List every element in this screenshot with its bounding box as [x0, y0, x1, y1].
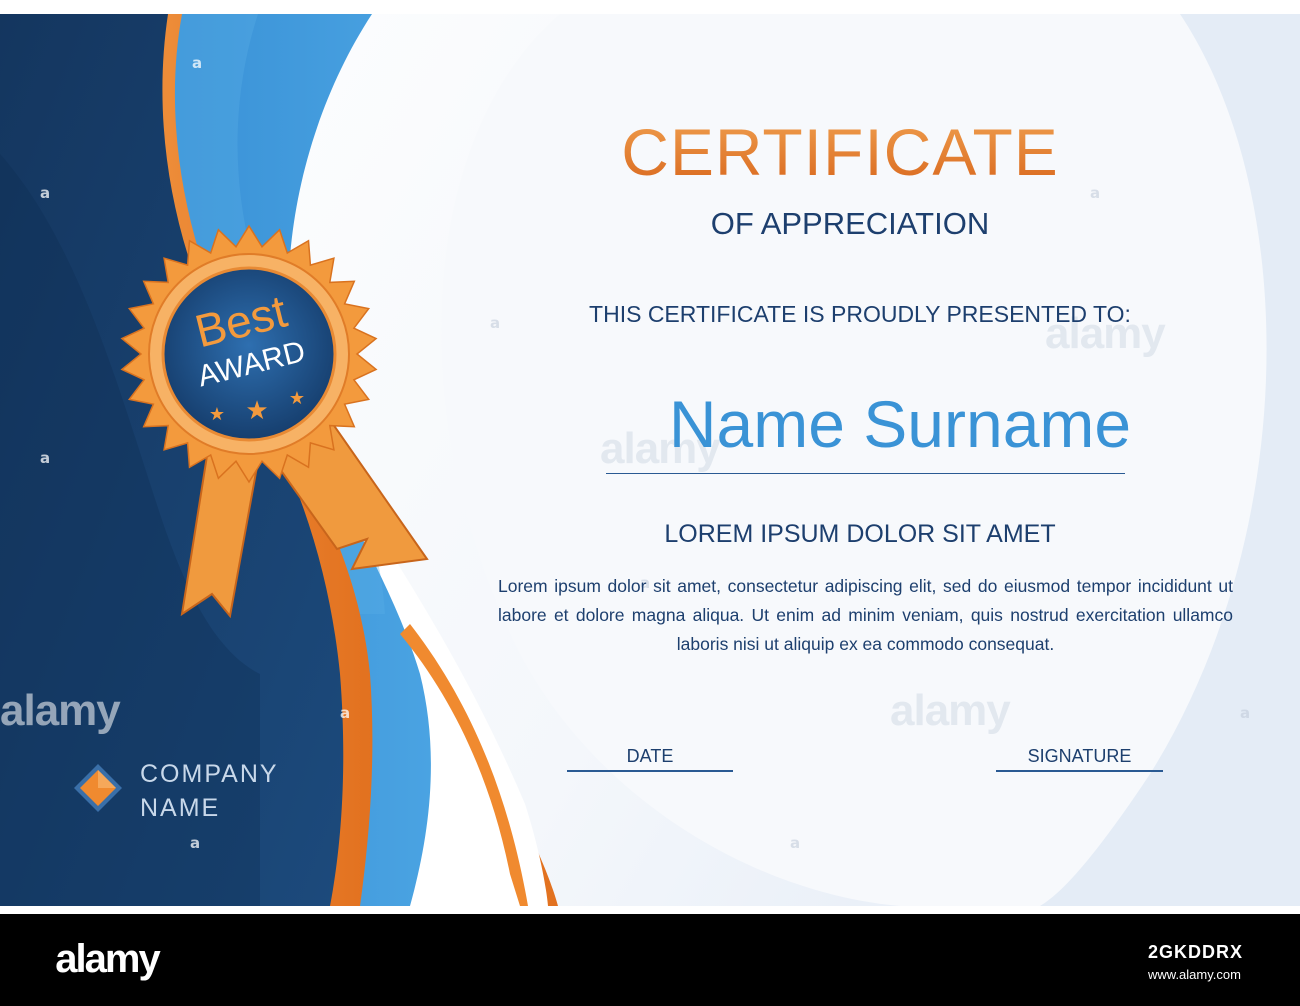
- certificate-title: CERTIFICATE: [600, 114, 1080, 190]
- footer-logo: alamy: [55, 937, 162, 981]
- body-text: Lorem ipsum dolor sit amet, consectetur …: [498, 576, 1233, 654]
- star-icon: ★: [245, 395, 268, 425]
- recipient-name: Name Surname: [668, 387, 1132, 461]
- date-line: [567, 770, 733, 772]
- watermark-glyph: a: [190, 834, 201, 852]
- certificate-subtitle: OF APPRECIATION: [710, 206, 990, 241]
- watermark-glyph: a: [40, 449, 51, 467]
- watermark-glyph: a: [490, 314, 501, 332]
- star-icon: ★: [289, 388, 305, 408]
- certificate: a a a a a a a a a a alamy alamy alamy al…: [0, 14, 1300, 906]
- watermark-glyph: a: [790, 834, 801, 852]
- watermark-glyph: a: [1240, 704, 1251, 722]
- watermark-text: alamy: [890, 686, 1011, 735]
- footer-site: www.alamy.com: [1148, 967, 1241, 982]
- footer-image-info: 2GKDDRX www.alamy.com: [1148, 942, 1258, 982]
- watermark-glyph: a: [192, 54, 203, 72]
- signature-line: [996, 770, 1163, 772]
- presented-to-text: THIS CERTIFICATE IS PROUDLY PRESENTED TO…: [589, 301, 1131, 327]
- watermark-glyph: a: [340, 704, 351, 722]
- company-logo-icon: [74, 764, 122, 812]
- footer-logo-text: alamy: [55, 937, 161, 981]
- section-heading: LOREM IPSUM DOLOR SIT AMET: [664, 520, 1056, 548]
- footer-image-id: 2GKDDRX: [1148, 942, 1244, 962]
- watermark-text: alamy: [0, 686, 121, 735]
- award-badge: Best AWARD ★ ★ ★: [120, 224, 429, 619]
- watermark-glyph: a: [40, 184, 51, 202]
- footer-bar: alamy 2GKDDRX www.alamy.com: [0, 914, 1300, 1006]
- name-underline: [606, 473, 1125, 474]
- company-name: COMPANY NAME: [140, 757, 279, 825]
- date-label: DATE: [626, 746, 674, 766]
- company-name-line2: NAME: [140, 794, 221, 822]
- star-icon: ★: [209, 404, 225, 424]
- signature-label: SIGNATURE: [1027, 746, 1132, 766]
- watermark-glyph: a: [1090, 184, 1101, 202]
- company-name-line1: COMPANY: [140, 760, 279, 788]
